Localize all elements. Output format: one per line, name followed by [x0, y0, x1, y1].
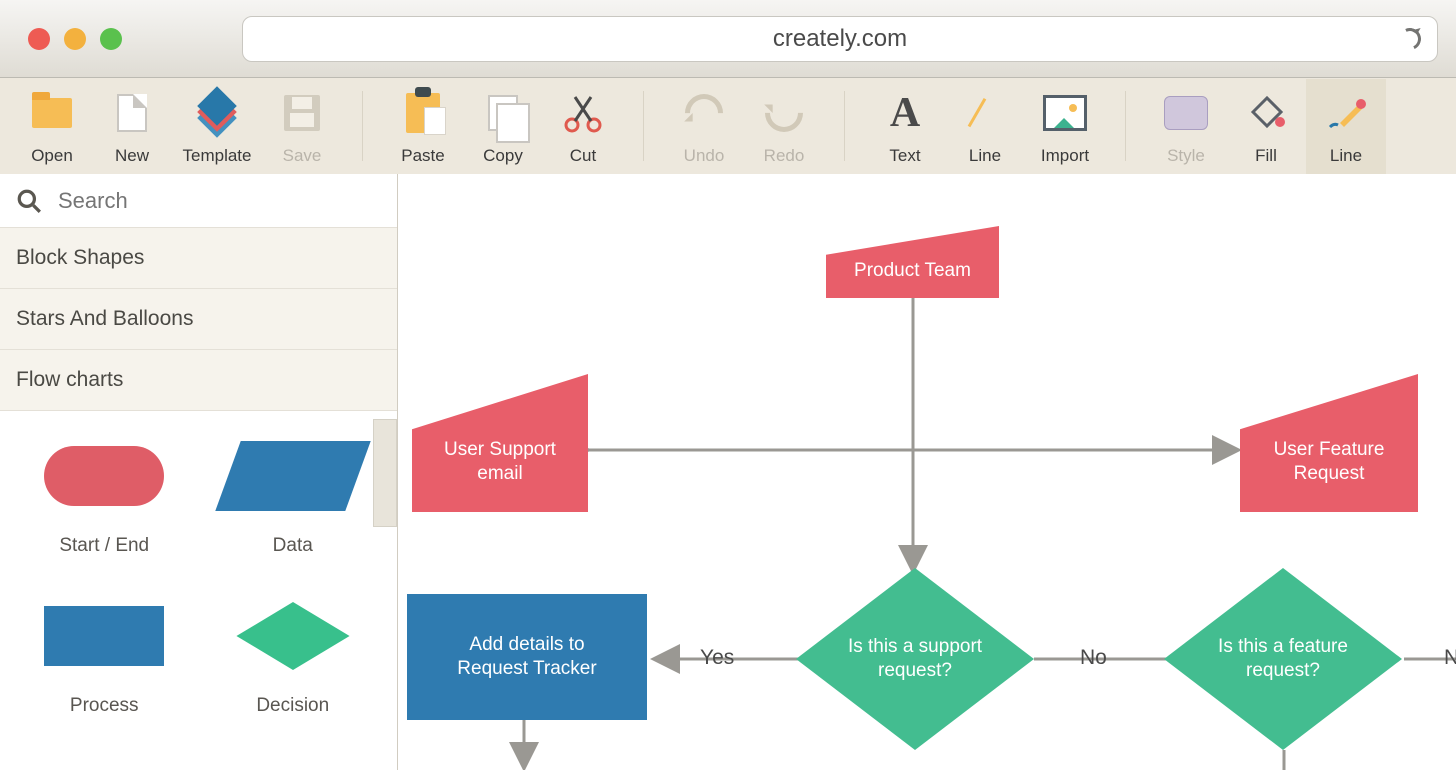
line-tool-button[interactable]: Line: [1306, 79, 1386, 174]
browser-chrome: creately.com: [0, 0, 1456, 78]
toolbar-separator: [1125, 91, 1126, 161]
category-block-shapes[interactable]: Block Shapes: [0, 228, 397, 289]
scrollbar-thumb[interactable]: [373, 419, 397, 527]
toolbar-separator: [362, 91, 363, 161]
text-icon: A: [890, 92, 920, 134]
paste-button[interactable]: Paste: [383, 79, 463, 174]
save-icon: [284, 95, 320, 131]
undo-button[interactable]: Undo: [664, 79, 744, 174]
shape-process[interactable]: Process: [10, 591, 199, 721]
window-zoom-button[interactable]: [100, 28, 122, 50]
template-button[interactable]: Template: [172, 79, 262, 174]
style-button[interactable]: Style: [1146, 79, 1226, 174]
search-icon: [0, 188, 58, 214]
import-button[interactable]: Import: [1025, 79, 1105, 174]
line-icon: [967, 95, 1003, 131]
fill-icon: [1243, 90, 1289, 136]
new-button[interactable]: New: [92, 79, 172, 174]
label-no: No: [1080, 646, 1107, 670]
shape-start-end[interactable]: Start / End: [10, 431, 199, 561]
copy-icon: [488, 95, 518, 131]
folder-icon: [32, 98, 72, 128]
redo-button[interactable]: Redo: [744, 79, 824, 174]
sidebar-search: [0, 174, 397, 228]
window-close-button[interactable]: [28, 28, 50, 50]
diamond-icon: [236, 602, 349, 670]
toolbar-separator: [643, 91, 644, 161]
parallelogram-icon: [215, 441, 370, 511]
template-icon: [197, 96, 237, 130]
traffic-lights: [28, 28, 122, 50]
shape-decision[interactable]: Decision: [199, 591, 388, 721]
search-input[interactable]: [58, 188, 397, 214]
copy-button[interactable]: Copy: [463, 79, 543, 174]
node-is-support[interactable]: Is this a support request?: [796, 568, 1034, 750]
toolbar-separator: [844, 91, 845, 161]
new-doc-icon: [117, 94, 147, 132]
undo-icon: [677, 86, 731, 140]
url-text: creately.com: [773, 25, 907, 53]
scissors-icon: [560, 90, 606, 136]
style-icon: [1164, 96, 1208, 130]
shapes-panel: Start / End Data Process Decision: [0, 411, 397, 770]
category-stars-balloons[interactable]: Stars And Balloons: [0, 289, 397, 350]
node-add-details[interactable]: Add details to Request Tracker: [407, 594, 647, 720]
shape-data[interactable]: Data: [199, 431, 388, 561]
text-button[interactable]: A Text: [865, 79, 945, 174]
image-icon: [1043, 95, 1087, 131]
open-button[interactable]: Open: [12, 79, 92, 174]
pencil-icon: [1323, 90, 1369, 136]
reload-icon[interactable]: [1396, 24, 1424, 52]
cut-button[interactable]: Cut: [543, 79, 623, 174]
diagram-canvas[interactable]: Product Team User Support email User Fea…: [398, 174, 1456, 770]
line-button[interactable]: Line: [945, 79, 1025, 174]
url-bar[interactable]: creately.com: [242, 16, 1438, 62]
pill-shape-icon: [44, 446, 164, 506]
redo-icon: [757, 86, 811, 140]
label-yes: Yes: [700, 646, 734, 670]
label-no-2: N: [1444, 646, 1456, 670]
rectangle-icon: [44, 606, 164, 666]
paste-icon: [406, 93, 440, 133]
shape-sidebar: Block Shapes Stars And Balloons Flow cha…: [0, 174, 398, 770]
window-minimize-button[interactable]: [64, 28, 86, 50]
fill-button[interactable]: Fill: [1226, 79, 1306, 174]
save-button[interactable]: Save: [262, 79, 342, 174]
node-is-feature[interactable]: Is this a feature request?: [1164, 568, 1402, 750]
category-flow-charts[interactable]: Flow charts: [0, 350, 397, 411]
main-toolbar: Open New Template Save Paste Copy Cut Un…: [0, 78, 1456, 174]
